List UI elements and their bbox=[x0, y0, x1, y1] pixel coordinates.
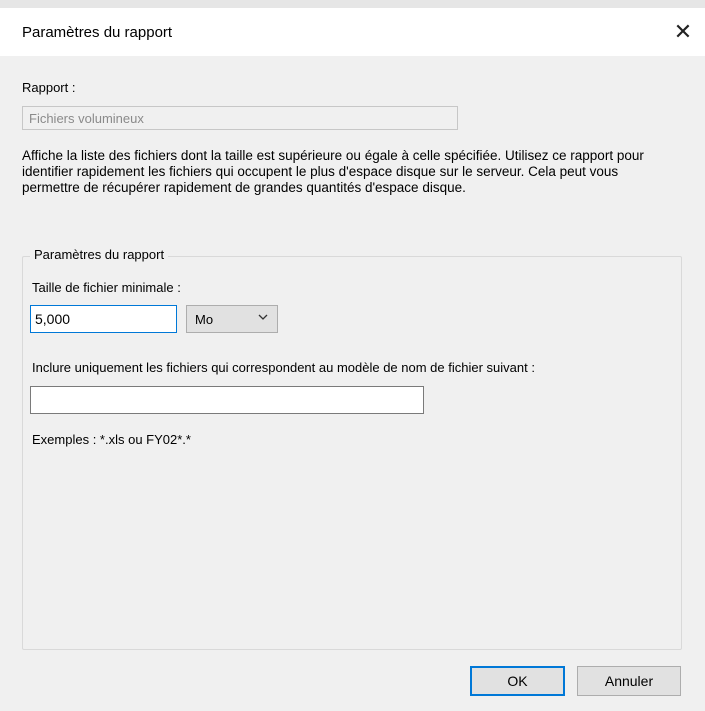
group-title: Paramètres du rapport bbox=[30, 247, 169, 262]
report-description: Affiche la liste des fichiers dont la ta… bbox=[22, 148, 644, 195]
dialog-title-bar: Paramètres du rapport ✕ bbox=[0, 8, 705, 56]
report-label: Rapport : bbox=[22, 80, 76, 95]
min-size-input[interactable] bbox=[30, 305, 177, 333]
unit-dropdown-value: Mo bbox=[195, 312, 214, 327]
unit-dropdown[interactable]: Mo bbox=[186, 305, 278, 333]
close-icon: ✕ bbox=[673, 19, 693, 44]
chevron-down-icon bbox=[258, 314, 268, 320]
dialog-title: Paramètres du rapport bbox=[22, 24, 173, 41]
ok-button[interactable]: OK bbox=[470, 666, 565, 696]
pattern-input[interactable] bbox=[30, 386, 424, 414]
examples-text: Exemples : *.xls ou FY02*.* bbox=[32, 432, 191, 447]
min-size-label: Taille de fichier minimale : bbox=[32, 280, 181, 295]
pattern-label: Inclure uniquement les fichiers qui corr… bbox=[32, 360, 535, 375]
cancel-button[interactable]: Annuler bbox=[577, 666, 681, 696]
report-name-field: Fichiers volumineux bbox=[22, 106, 458, 130]
close-button[interactable]: ✕ bbox=[661, 8, 705, 56]
